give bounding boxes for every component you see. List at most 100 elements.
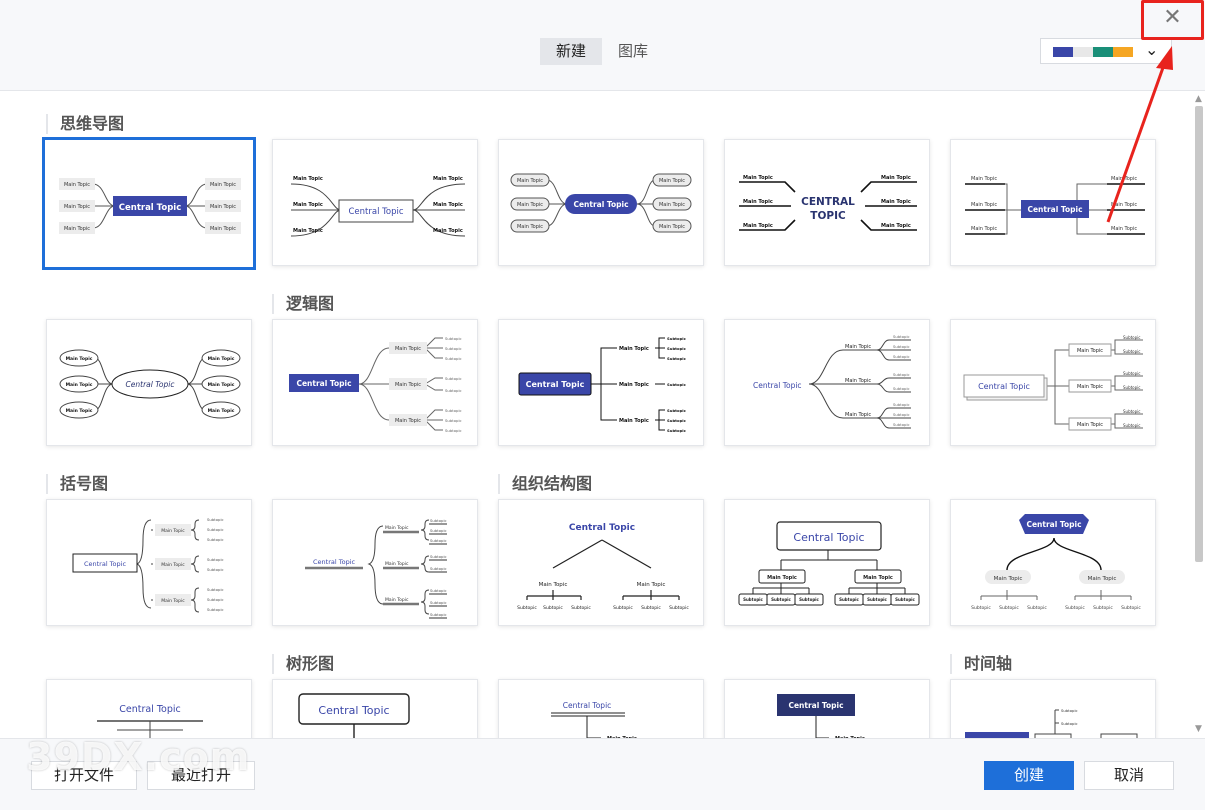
template-card-mindmap-5[interactable]: Central Topic Main Topic Main Topic Main T… bbox=[950, 139, 1156, 266]
template-card-org-3[interactable]: Central Topic Main Topic Main Topic Subto… bbox=[950, 499, 1156, 626]
template-preview: Central Topic Main Topic Main Topic Subto… bbox=[517, 523, 689, 611]
theme-color-dropdown[interactable]: ⌄ bbox=[1040, 38, 1172, 64]
template-card-brace-2[interactable]: Central Topic Main Topic Main Topic Main T… bbox=[272, 499, 478, 626]
template-card-logic-4[interactable]: Central Topic Main Topic Main Topic Main T… bbox=[950, 319, 1156, 446]
svg-text:Subtopic: Subtopic bbox=[667, 408, 686, 413]
theme-swatch-blue bbox=[1053, 47, 1073, 57]
tab-new[interactable]: 新建 bbox=[540, 38, 603, 65]
template-card-mindmap-2[interactable]: Central Topic Main Topic Main Topic Main T… bbox=[272, 139, 478, 266]
svg-text:Subtopic: Subtopic bbox=[430, 554, 447, 559]
svg-text:Central Topic: Central Topic bbox=[753, 381, 802, 390]
template-preview: Central Topic Main Topic Main Topic Main T… bbox=[72, 517, 224, 613]
svg-text:Subtopic: Subtopic bbox=[445, 408, 462, 413]
svg-text:Subtopic: Subtopic bbox=[207, 567, 224, 572]
svg-text:Subtopic: Subtopic bbox=[893, 334, 910, 339]
svg-text:Main Topic: Main Topic bbox=[385, 525, 409, 531]
template-card-brace-1[interactable]: Central Topic Main Topic Main Topic Main T… bbox=[46, 499, 252, 626]
template-card-tree-3[interactable]: Central Topic Main Topic bbox=[498, 679, 704, 738]
svg-text:Main Topic: Main Topic bbox=[517, 202, 543, 208]
template-card-org-2[interactable]: Central Topic Main Topic Main Topic Subto… bbox=[724, 499, 930, 626]
svg-text:Subtopic: Subtopic bbox=[893, 386, 910, 391]
template-preview: Central Topic Main Topic Main Topic Subto… bbox=[971, 514, 1141, 611]
svg-text:Subtopic: Subtopic bbox=[207, 527, 224, 532]
svg-text:Main Topic: Main Topic bbox=[208, 382, 235, 388]
svg-text:Subtopic: Subtopic bbox=[1065, 605, 1085, 611]
svg-text:Main Topic: Main Topic bbox=[66, 382, 93, 388]
svg-text:Main Topic: Main Topic bbox=[1077, 348, 1103, 354]
template-preview: Central Topic Main Topic Main Topic Main T… bbox=[963, 335, 1143, 431]
scrollbar-thumb[interactable] bbox=[1195, 106, 1203, 562]
template-card-mindmap-4[interactable]: CENTRAL TOPIC Main Topic Main Topic Main T… bbox=[724, 139, 930, 266]
svg-text:Subtopic: Subtopic bbox=[971, 605, 991, 611]
svg-text:Central Topic: Central Topic bbox=[526, 380, 585, 389]
template-card-mindmap-ellipse[interactable]: Central Topic Main Topic Main Topic Main T… bbox=[46, 319, 252, 446]
svg-text:Subtopic: Subtopic bbox=[895, 597, 915, 602]
template-card-tree-2[interactable]: Central Topic bbox=[272, 679, 478, 738]
vertical-scrollbar[interactable]: ▲ ▼ bbox=[1192, 92, 1205, 738]
template-card-tree-1[interactable]: Central Topic bbox=[46, 679, 252, 738]
template-preview: Central Topic Main Topic bbox=[777, 694, 865, 738]
close-icon[interactable]: ✕ bbox=[1144, 3, 1201, 37]
svg-text:Subtopic: Subtopic bbox=[613, 605, 633, 611]
template-preview: CENTRAL TOPIC Main Topic Main Topic Main T… bbox=[739, 175, 917, 231]
template-card-org-1[interactable]: Central Topic Main Topic Main Topic Subto… bbox=[498, 499, 704, 626]
svg-text:Main Topic: Main Topic bbox=[1111, 176, 1137, 182]
svg-text:Subtopic: Subtopic bbox=[743, 597, 763, 602]
svg-text:Main Topic: Main Topic bbox=[1077, 422, 1103, 428]
svg-text:Central Topic: Central Topic bbox=[318, 704, 389, 717]
svg-text:Main Topic: Main Topic bbox=[385, 561, 409, 567]
section-title-brace: 括号图 bbox=[46, 474, 108, 494]
svg-text:Subtopic: Subtopic bbox=[999, 605, 1019, 611]
template-card-logic-2[interactable]: Central Topic Main Topic Main Topic Main T… bbox=[498, 319, 704, 446]
svg-text:Subtopic: Subtopic bbox=[1061, 708, 1078, 713]
svg-text:Main Topic: Main Topic bbox=[208, 356, 235, 362]
svg-text:Main Topic: Main Topic bbox=[395, 418, 421, 424]
template-card-logic-3[interactable]: Central Topic Main Topic Main Topic Main T… bbox=[724, 319, 930, 446]
tab-gallery[interactable]: 图库 bbox=[602, 38, 664, 65]
svg-text:Main Topic: Main Topic bbox=[161, 528, 185, 534]
template-preview: Central Topic Main Topic Main Topic Main T… bbox=[289, 336, 462, 433]
template-card-logic-1[interactable]: Central Topic Main Topic Main Topic Main T… bbox=[272, 319, 478, 446]
template-preview: Central Topic bbox=[298, 693, 410, 738]
template-preview: Central Topic Main Topic Main Topic Main T… bbox=[510, 173, 692, 233]
svg-text:Subtopic: Subtopic bbox=[1121, 605, 1141, 611]
template-card-mindmap-3[interactable]: Central Topic Main Topic Main Topic Main T… bbox=[498, 139, 704, 266]
template-preview: Central Topic Main Topic Main Topic Main T… bbox=[965, 176, 1145, 235]
create-button[interactable]: 创建 bbox=[984, 761, 1074, 790]
template-preview: Subtopic Subtopic bbox=[965, 708, 1138, 738]
scroll-up-arrow-icon[interactable]: ▲ bbox=[1195, 94, 1202, 104]
template-preview: Central Topic bbox=[97, 704, 203, 738]
theme-swatch-gray bbox=[1073, 47, 1093, 57]
theme-swatch-teal bbox=[1093, 47, 1113, 57]
svg-text:Subtopic: Subtopic bbox=[517, 605, 537, 611]
scroll-down-arrow-icon[interactable]: ▼ bbox=[1195, 724, 1202, 734]
svg-text:Main Topic: Main Topic bbox=[1088, 576, 1117, 582]
close-highlight-box: ✕ bbox=[1141, 0, 1204, 40]
section-title-timeline: 时间轴 bbox=[950, 654, 1012, 674]
template-card-mindmap-1[interactable]: Central Topic Main Topic Main Topic Main T… bbox=[42, 137, 256, 270]
svg-text:Main Topic: Main Topic bbox=[743, 199, 773, 205]
svg-text:Main Topic: Main Topic bbox=[517, 224, 543, 230]
svg-text:Main Topic: Main Topic bbox=[845, 412, 871, 418]
cancel-button[interactable]: 取消 bbox=[1084, 761, 1174, 790]
template-preview: Central Topic Main Topic Main Topic Main T… bbox=[305, 518, 447, 619]
svg-text:Subtopic: Subtopic bbox=[867, 597, 887, 602]
svg-text:Central Topic: Central Topic bbox=[119, 704, 181, 715]
svg-text:Main Topic: Main Topic bbox=[881, 223, 911, 229]
svg-text:Subtopic: Subtopic bbox=[1027, 605, 1047, 611]
svg-text:Central Topic: Central Topic bbox=[126, 380, 176, 389]
template-card-tree-4[interactable]: Central Topic Main Topic bbox=[724, 679, 930, 738]
chevron-down-icon: ⌄ bbox=[1145, 40, 1159, 59]
svg-text:Main Topic: Main Topic bbox=[743, 223, 773, 229]
section-title-mindmap: 思维导图 bbox=[46, 114, 124, 134]
svg-text:Subtopic: Subtopic bbox=[445, 388, 462, 393]
svg-text:Main Topic: Main Topic bbox=[210, 182, 236, 188]
svg-text:Main Topic: Main Topic bbox=[881, 175, 911, 181]
template-card-timeline-1[interactable]: Subtopic Subtopic bbox=[950, 679, 1156, 738]
svg-text:Subtopic: Subtopic bbox=[430, 588, 447, 593]
svg-text:Subtopic: Subtopic bbox=[207, 607, 224, 612]
section-title-org: 组织结构图 bbox=[498, 474, 592, 494]
svg-text:Main Topic: Main Topic bbox=[1111, 226, 1137, 232]
svg-text:Subtopic: Subtopic bbox=[445, 376, 462, 381]
svg-text:Subtopic: Subtopic bbox=[1123, 335, 1140, 340]
